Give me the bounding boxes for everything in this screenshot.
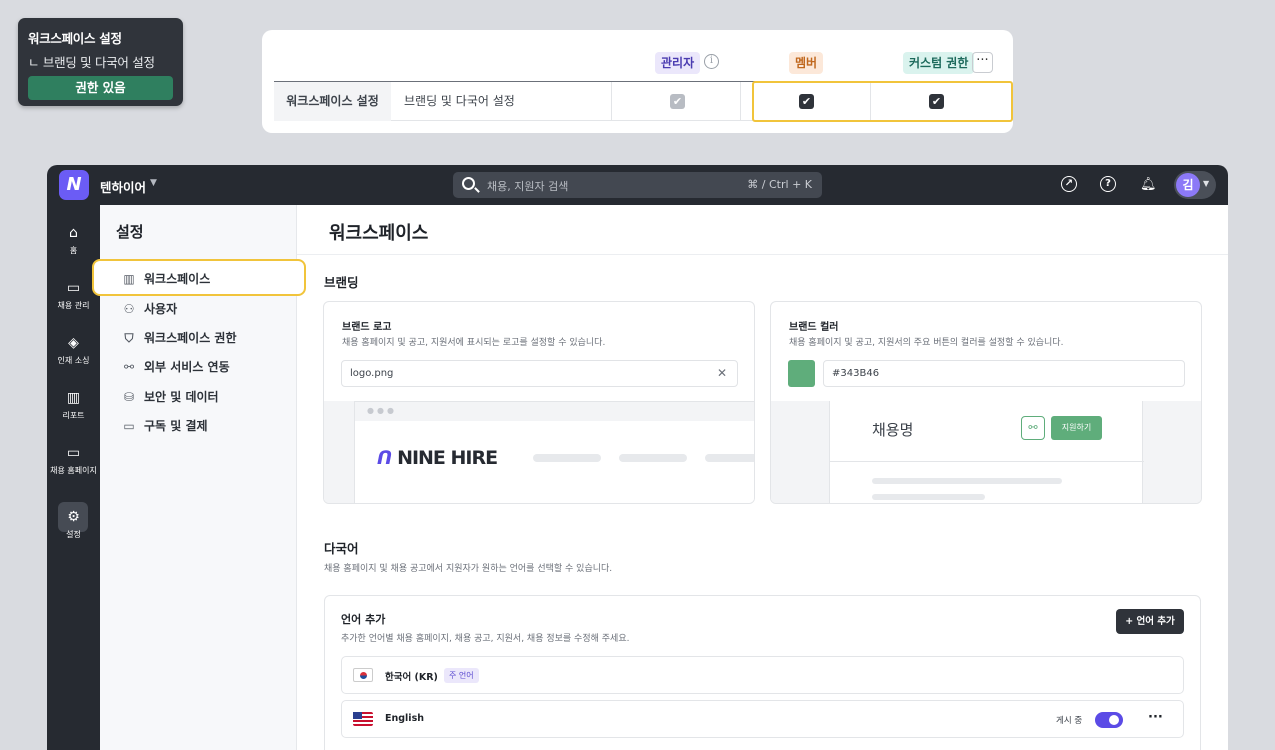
brand-logo-card: 브랜드 로고 채용 홈페이지 및 공고, 지원서에 표시되는 로고를 설정할 수… <box>323 301 755 504</box>
rail-item-settings[interactable]: ⚙ 설정 <box>47 509 100 540</box>
permission-row: 워크스페이스 설정 브랜딩 및 다국어 설정 ✔ ✔ ✔ <box>274 81 1013 122</box>
layers-icon: ◈ <box>68 335 79 351</box>
publish-toggle[interactable] <box>1095 712 1123 728</box>
logo-file-field[interactable]: logo.png ✕ <box>341 360 738 387</box>
language-row-korean[interactable]: 한국어 (KR) 주 언어 <box>341 656 1184 694</box>
permission-table-card: 관리자 i 멤버 커스텀 권한 ··· 워크스페이스 설정 브랜딩 및 다국어 … <box>262 30 1013 133</box>
language-box: 언어 추가 추가한 언어별 채용 홈페이지, 채용 공고, 지원서, 채용 정보… <box>324 595 1201 750</box>
member-header: 멤버 <box>789 52 824 74</box>
main-content: 워크스페이스 브랜딩 브랜드 로고 채용 홈페이지 및 공고, 지원서에 표시되… <box>297 205 1228 750</box>
building-icon: ▥ <box>123 272 135 286</box>
info-icon[interactable]: i <box>704 54 719 69</box>
compass-icon[interactable]: ↗ <box>1061 176 1077 192</box>
sidebar-item-billing[interactable]: ▭ 구독 및 결제 <box>120 417 207 434</box>
branding-section-title: 브랜딩 <box>324 275 359 290</box>
brand-logo-title: 브랜드 로고 <box>342 322 392 333</box>
sidebar-title: 설정 <box>116 223 144 241</box>
tooltip-title: 워크스페이스 설정 <box>28 31 122 46</box>
rail-item-home[interactable]: ⌂ 홈 <box>47 225 100 256</box>
preview-job-title: 채용명 <box>872 421 914 439</box>
gear-icon: ⚙ <box>67 509 80 525</box>
search-placeholder: 채용, 지원자 검색 <box>487 180 569 193</box>
rail-item-report[interactable]: ▥ 리포트 <box>47 390 100 421</box>
database-icon: ⛁ <box>123 390 135 404</box>
admin-header: 관리자 <box>655 52 701 74</box>
top-bar: N 텐하이어 ▼ 채용, 지원자 검색 ⌘ / Ctrl + K ↗ ? 🔔︎ … <box>47 165 1228 205</box>
tooltip-badge: 권한 있음 <box>28 76 173 100</box>
search-input[interactable]: 채용, 지원자 검색 ⌘ / Ctrl + K <box>453 172 822 198</box>
help-icon[interactable]: ? <box>1100 176 1116 192</box>
close-icon[interactable]: ✕ <box>717 361 727 386</box>
language-name: 한국어 (KR) <box>385 672 438 683</box>
share-icon: ⚯ <box>1021 416 1045 440</box>
search-icon <box>462 177 475 190</box>
primary-language-badge: 주 언어 <box>444 668 479 683</box>
highlight-box <box>752 81 1013 122</box>
brand-color-desc: 채용 홈페이지 및 공고, 지원서의 주요 버튼의 컬러를 설정할 수 있습니다… <box>789 338 1064 348</box>
us-flag-icon <box>353 712 373 726</box>
report-icon: ▥ <box>66 390 81 406</box>
app-logo[interactable]: N <box>59 170 89 200</box>
permission-tooltip: 워크스페이스 설정 ㄴ 브랜딩 및 다국어 설정 권한 있음 <box>18 18 183 106</box>
share-icon: ⚯ <box>123 360 135 374</box>
color-hex-field[interactable]: #343B46 <box>823 360 1185 387</box>
tooltip-subtitle: ㄴ 브랜딩 및 다국어 설정 <box>28 55 155 70</box>
color-swatch[interactable] <box>788 360 815 387</box>
language-box-desc: 추가한 언어별 채용 홈페이지, 채용 공고, 지원서, 채용 정보를 수정해 … <box>341 634 630 644</box>
brand-logo-desc: 채용 홈페이지 및 공고, 지원서에 표시되는 로고를 설정할 수 있습니다. <box>342 338 606 348</box>
users-icon: ⚇ <box>123 302 135 316</box>
sidebar-item-integrations[interactable]: ⚯ 외부 서비스 연동 <box>120 358 230 375</box>
settings-sidebar: 설정 ▥ 워크스페이스 ⚇ 사용자 ⛉ 워크스페이스 권한 ⚯ 외부 서비스 연동 ⛁ 보… <box>92 205 306 750</box>
sidebar-item-permissions[interactable]: ⛉ 워크스페이스 권한 <box>120 329 236 346</box>
card-icon: ▭ <box>123 419 135 433</box>
publish-status: 게시 중 <box>1056 716 1083 726</box>
sidebar-item-security[interactable]: ⛁ 보안 및 데이터 <box>120 388 219 405</box>
home-icon: ⌂ <box>69 225 78 241</box>
monitor-icon: ▭ <box>66 445 81 461</box>
logo-preview: ●●● ᑎ NINE HIRE <box>324 401 754 503</box>
app-window: N 텐하이어 ▼ 채용, 지원자 검색 ⌘ / Ctrl + K ↗ ? 🔔︎ … <box>47 165 1228 750</box>
language-box-title: 언어 추가 <box>341 613 386 626</box>
add-language-button[interactable]: + 언어 추가 <box>1116 609 1184 634</box>
rail-item-homepage[interactable]: ▭ 채용 홈페이지 <box>47 445 100 476</box>
job-icon: ▭ <box>66 280 81 296</box>
kr-flag-icon <box>353 668 373 682</box>
permission-item: 브랜딩 및 다국어 설정 <box>404 94 515 108</box>
brand-color-card: 브랜드 컬러 채용 홈페이지 및 공고, 지원서의 주요 버튼의 컬러를 설정할… <box>770 301 1202 504</box>
more-icon[interactable]: ··· <box>1148 710 1163 725</box>
brand-color-title: 브랜드 컬러 <box>789 322 839 333</box>
language-row-english[interactable]: English 게시 중 ··· <box>341 700 1184 738</box>
preview-logo: ᑎ NINE HIRE <box>377 447 498 469</box>
permission-category: 워크스페이스 설정 <box>274 82 391 121</box>
language-name: English <box>385 713 424 724</box>
sidebar-item-workspace[interactable]: ▥ 워크스페이스 <box>120 270 210 287</box>
preview-apply-button: 지원하기 <box>1051 416 1102 440</box>
chevron-down-icon[interactable]: ▼ <box>150 178 157 188</box>
avatar[interactable]: 김 ▼ <box>1174 171 1216 199</box>
rail-item-sourcing[interactable]: ◈ 인재 소싱 <box>47 335 100 366</box>
search-shortcut: ⌘ / Ctrl + K <box>747 178 812 191</box>
admin-checkbox[interactable]: ✔ <box>670 94 685 109</box>
page-title: 워크스페이스 <box>329 223 429 244</box>
multilang-desc: 채용 홈페이지 및 채용 공고에서 지원자가 원하는 언어를 선택할 수 있습니… <box>324 564 613 574</box>
avatar-initial: 김 <box>1176 173 1200 197</box>
multilang-section-title: 다국어 <box>324 541 359 556</box>
custom-permission-header: 커스텀 권한 <box>903 52 975 74</box>
more-options-button[interactable]: ··· <box>972 52 993 73</box>
color-preview: 채용명 ⚯ 지원하기 <box>771 401 1201 503</box>
shield-icon: ⛉ <box>124 331 134 345</box>
workspace-name[interactable]: 텐하이어 <box>100 177 146 196</box>
bell-icon[interactable]: 🔔︎ <box>1140 177 1157 192</box>
chevron-down-icon: ▼ <box>1203 179 1210 188</box>
sidebar-item-users[interactable]: ⚇ 사용자 <box>120 300 178 317</box>
